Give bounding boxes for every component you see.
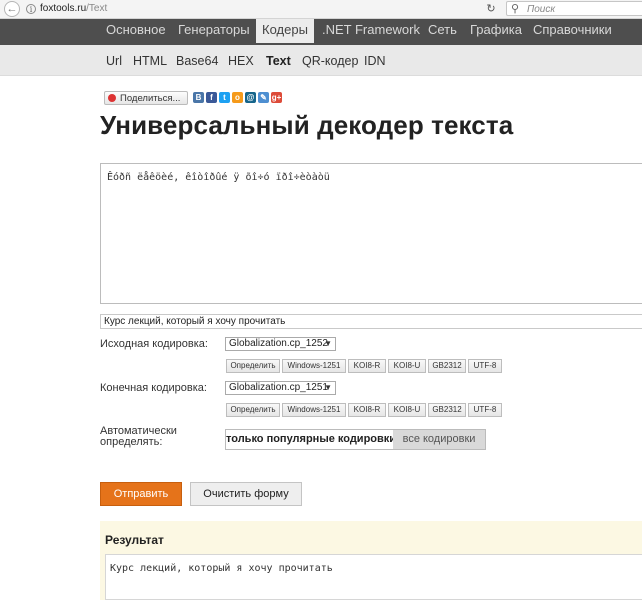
share-icon	[108, 94, 116, 102]
submit-button[interactable]: Отправить	[100, 482, 182, 506]
facebook-icon[interactable]: f	[206, 92, 217, 103]
clear-form-button[interactable]: Очистить форму	[190, 482, 302, 506]
url-path: /Text	[86, 3, 108, 14]
target-encoding-value: Globalization.cp_1251	[229, 382, 328, 393]
result-text-output[interactable]: Курс лекций, который я хочу прочитать	[105, 554, 642, 600]
search-placeholder: Поиск	[527, 4, 556, 15]
top-navigation: Основное Генераторы Кодеры .NET Framewor…	[0, 19, 642, 45]
source-encoding-select[interactable]: Globalization.cp_1252 ▼	[225, 337, 336, 351]
sub-nav-item-text[interactable]: Text	[266, 45, 291, 75]
all-encodings-option[interactable]: все кодировки	[393, 430, 485, 449]
target-koi8r-button[interactable]: KOI8-R	[348, 403, 386, 417]
moimir-icon[interactable]: @	[245, 92, 256, 103]
result-panel: Результат Курс лекций, который я хочу пр…	[100, 521, 642, 600]
source-text-input[interactable]: Êóðñ ëåêöèé, êîòîðûé ÿ õî÷ó ïðî÷èòàòü	[100, 163, 642, 304]
top-nav-item-reference[interactable]: Справочники	[533, 19, 612, 43]
sub-nav-item-idn[interactable]: IDN	[364, 45, 386, 75]
sub-nav-item-html[interactable]: HTML	[133, 45, 167, 75]
sub-nav-item-base64[interactable]: Base64	[176, 45, 218, 75]
share-label: Поделиться...	[120, 93, 181, 104]
googleplus-icon[interactable]: g+	[271, 92, 282, 103]
source-encoding-value: Globalization.cp_1252	[229, 338, 328, 349]
dropdown-arrow-icon: ▼	[324, 339, 332, 348]
source-detect-button[interactable]: Определить	[226, 359, 280, 373]
source-gb2312-button[interactable]: GB2312	[428, 359, 466, 373]
livejournal-icon[interactable]: ✎	[258, 92, 269, 103]
top-nav-item-graphics[interactable]: Графика	[470, 19, 522, 43]
target-windows1251-button[interactable]: Windows-1251	[282, 403, 346, 417]
top-nav-item-dotnet[interactable]: .NET Framework	[322, 19, 420, 43]
auto-detect-toggle: только популярные кодировки все кодировк…	[225, 429, 486, 450]
target-encoding-select[interactable]: Globalization.cp_1251 ▼	[225, 381, 336, 395]
back-arrow-icon[interactable]: ←	[4, 1, 20, 17]
source-encoding-label: Исходная кодировка:	[100, 338, 208, 350]
target-gb2312-button[interactable]: GB2312	[428, 403, 466, 417]
source-utf8-button[interactable]: UTF-8	[468, 359, 502, 373]
target-encoding-label: Конечная кодировка:	[100, 382, 207, 394]
top-nav-item-generators[interactable]: Генераторы	[178, 19, 250, 43]
result-title: Результат	[105, 533, 164, 547]
dropdown-arrow-icon: ▼	[324, 383, 332, 392]
target-detect-button[interactable]: Определить	[226, 403, 280, 417]
info-icon[interactable]: i	[26, 4, 36, 14]
twitter-icon[interactable]: t	[219, 92, 230, 103]
top-nav-item-coders[interactable]: Кодеры	[256, 19, 314, 43]
target-utf8-button[interactable]: UTF-8	[468, 403, 502, 417]
sub-nav-item-hex[interactable]: HEX	[228, 45, 254, 75]
source-koi8r-button[interactable]: KOI8-R	[348, 359, 386, 373]
target-koi8u-button[interactable]: KOI8-U	[388, 403, 426, 417]
address-bar[interactable]: foxtools.ru/Text	[40, 2, 498, 16]
top-nav-item-network[interactable]: Сеть	[428, 19, 457, 43]
sub-navigation: Url HTML Base64 HEX Text QR-кодер IDN	[0, 45, 642, 76]
share-button[interactable]: Поделиться...	[104, 91, 188, 105]
top-nav-item-osnovnoe[interactable]: Основное	[106, 19, 166, 43]
search-icon: ⚲	[511, 3, 520, 15]
sub-nav-item-url[interactable]: Url	[106, 45, 122, 75]
sub-nav-item-qr[interactable]: QR-кодер	[302, 45, 358, 75]
reload-icon[interactable]: ↻	[484, 2, 498, 16]
auto-detect-label-line2: определять:	[100, 436, 163, 448]
vkontakte-icon[interactable]: В	[193, 92, 204, 103]
decoded-preview-field[interactable]: Курс лекций, который я хочу прочитать	[100, 314, 642, 329]
source-koi8u-button[interactable]: KOI8-U	[388, 359, 426, 373]
url-host: foxtools.ru	[40, 3, 87, 14]
source-windows1251-button[interactable]: Windows-1251	[282, 359, 346, 373]
popular-encodings-option[interactable]: только популярные кодировки	[226, 430, 396, 449]
browser-search-input[interactable]: ⚲ Поиск	[506, 1, 642, 16]
browser-toolbar: ← i foxtools.ru/Text ↻ ⚲ Поиск	[0, 0, 642, 19]
odnoklassniki-icon[interactable]: о	[232, 92, 243, 103]
page-title: Универсальный декодер текста	[100, 110, 514, 140]
